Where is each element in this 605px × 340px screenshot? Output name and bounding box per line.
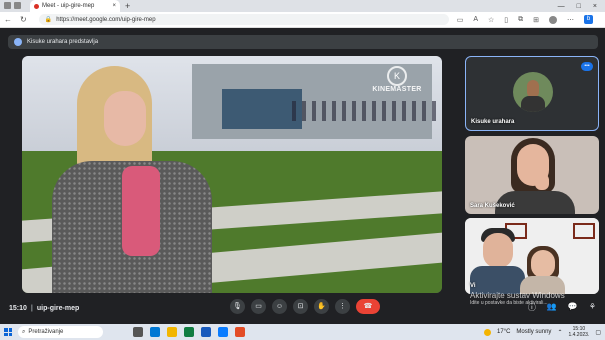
chrome-icon[interactable]	[235, 327, 245, 337]
meeting-info: 15:10 | uip-gire-mep	[9, 305, 79, 312]
meeting-time: 15:10	[9, 305, 27, 312]
url-field[interactable]: 🔒 https://meet.google.com/uip-gire-mep	[38, 14, 449, 25]
call-buttons: 🎙 ▭ ☺ ⊡ ✋ ⋮ ☎	[230, 299, 380, 314]
weather-icon[interactable]	[484, 328, 492, 336]
system-tray: 17°C Mostly sunny ⌃ 15:10 1.4.2023. ▢	[484, 326, 601, 338]
collections-icon[interactable]: ⊞	[533, 16, 539, 24]
main-video[interactable]: K KINEMASTER	[22, 56, 442, 293]
weather-text: Mostly sunny	[516, 329, 552, 335]
address-bar: ← ↻ 🔒 https://meet.google.com/uip-gire-m…	[0, 12, 605, 28]
raise-hand-button[interactable]: ✋	[314, 299, 329, 314]
camera-indicator-icon[interactable]: ▭	[457, 16, 464, 24]
lock-icon[interactable]: 🔒	[45, 16, 52, 23]
browser-tab-strip: Meet - uip-gire-mep × + — □ ×	[0, 0, 605, 12]
participant-avatar	[513, 72, 553, 112]
taskbar-search[interactable]: ⌕ Pretraživanje	[18, 326, 103, 338]
taskbar-apps	[133, 327, 245, 337]
activities-icon[interactable]: ⚘	[589, 302, 596, 313]
tab-close-icon[interactable]: ×	[112, 3, 116, 9]
speaking-icon: •••	[581, 62, 593, 71]
tab-title: Meet - uip-gire-mep	[42, 3, 95, 9]
meeting-separator: |	[30, 305, 33, 312]
presenter-avatar	[14, 38, 22, 46]
kinemaster-watermark: K KINEMASTER	[372, 66, 422, 96]
kid-face	[531, 250, 555, 278]
profile-avatar[interactable]	[549, 15, 558, 24]
address-bar-icons: ▭ A ☆ ▯ ⧉ ⊞ ⋯ b	[457, 15, 594, 24]
meet-window: Kisuke urahara predstavlja K KINEMASTER …	[0, 28, 605, 324]
end-call-button[interactable]: ☎	[356, 299, 380, 314]
participant-hand	[535, 174, 549, 190]
video-person	[42, 66, 212, 293]
presenting-banner: Kisuke urahara predstavlja	[8, 35, 598, 49]
temperature: 17°C	[497, 329, 511, 335]
building-glass	[222, 89, 302, 129]
edge-icon[interactable]	[150, 327, 160, 337]
profile-icon[interactable]	[4, 2, 11, 9]
taskbar-clock[interactable]: 15:10 1.4.2023.	[568, 326, 589, 338]
avatar-body	[521, 96, 545, 112]
url-text: https://meet.google.com/uip-gire-mep	[56, 16, 156, 23]
call-controls-bar: 15:10 | uip-gire-mep 🎙 ▭ ☺ ⊡ ✋ ⋮ ☎ ⓘ 👥 💬 ⚘	[0, 296, 605, 324]
favorite-icon[interactable]: ☆	[488, 16, 494, 24]
search-label: Pretraživanje	[28, 329, 64, 335]
search-icon: ⌕	[22, 328, 26, 335]
maximize-button[interactable]: □	[577, 3, 581, 10]
word-icon[interactable]	[201, 327, 211, 337]
present-button[interactable]: ⊡	[293, 299, 308, 314]
windows-start-icon[interactable]	[4, 328, 12, 336]
participant-tile[interactable]: ••• Kisuke urahara	[465, 56, 599, 131]
translate-icon[interactable]: A	[473, 16, 478, 23]
tab-actions-icon[interactable]	[14, 2, 21, 9]
new-tab-button[interactable]: +	[125, 1, 130, 11]
participant-tile[interactable]: Sara Kušeković	[465, 136, 599, 214]
camera-button[interactable]: ▭	[251, 299, 266, 314]
microphone-button[interactable]: 🎙	[230, 299, 245, 314]
network-icon[interactable]: ⌃	[557, 329, 562, 336]
back-icon[interactable]: ←	[4, 15, 12, 24]
wall-picture	[573, 223, 595, 239]
emoji-button[interactable]: ☺	[272, 299, 287, 314]
clock-date: 1.4.2023.	[568, 332, 590, 338]
presenting-text: Kisuke urahara predstavlja	[27, 39, 99, 45]
task-view-icon[interactable]	[133, 327, 143, 337]
participant-name: Vi	[470, 283, 476, 289]
more-options-button[interactable]: ⋮	[335, 299, 350, 314]
video-flags	[292, 101, 442, 121]
excel-icon[interactable]	[184, 327, 194, 337]
store-icon[interactable]	[218, 327, 228, 337]
extensions-icon[interactable]: ⧉	[518, 16, 523, 24]
self-view-tile[interactable]: Vi	[465, 218, 599, 294]
recording-icon	[34, 3, 39, 9]
file-explorer-icon[interactable]	[167, 327, 177, 337]
side-panel-buttons: ⓘ 👥 💬 ⚘	[528, 302, 596, 313]
participant-name: Kisuke urahara	[471, 119, 515, 125]
person-shirt	[122, 166, 160, 256]
notifications-icon[interactable]: ▢	[595, 329, 601, 336]
window-controls: — □ ×	[558, 3, 605, 10]
refresh-icon[interactable]: ↻	[20, 15, 27, 24]
kid-face	[483, 233, 513, 268]
split-screen-icon[interactable]: ▯	[504, 16, 508, 24]
participant-name: Sara Kušeković	[470, 203, 515, 209]
meeting-code: uip-gire-mep	[36, 305, 80, 312]
info-icon[interactable]: ⓘ	[528, 302, 536, 313]
minimize-button[interactable]: —	[558, 3, 565, 10]
tab-strip-icons	[4, 2, 21, 9]
people-icon[interactable]: 👥	[547, 302, 557, 313]
tab-meet[interactable]: Meet - uip-gire-mep ×	[30, 0, 120, 12]
windows-taskbar: ⌕ Pretraživanje 17°C Mostly sunny ⌃ 15:1…	[0, 324, 605, 340]
kinemaster-icon: K	[387, 66, 407, 86]
kid-body	[470, 266, 525, 294]
more-icon[interactable]: ⋯	[567, 16, 574, 24]
chat-icon[interactable]: 💬	[568, 302, 578, 313]
person-face	[104, 91, 146, 146]
kinemaster-text: KINEMASTER	[372, 86, 422, 93]
bing-icon[interactable]: b	[584, 15, 594, 24]
close-window-button[interactable]: ×	[593, 3, 597, 10]
